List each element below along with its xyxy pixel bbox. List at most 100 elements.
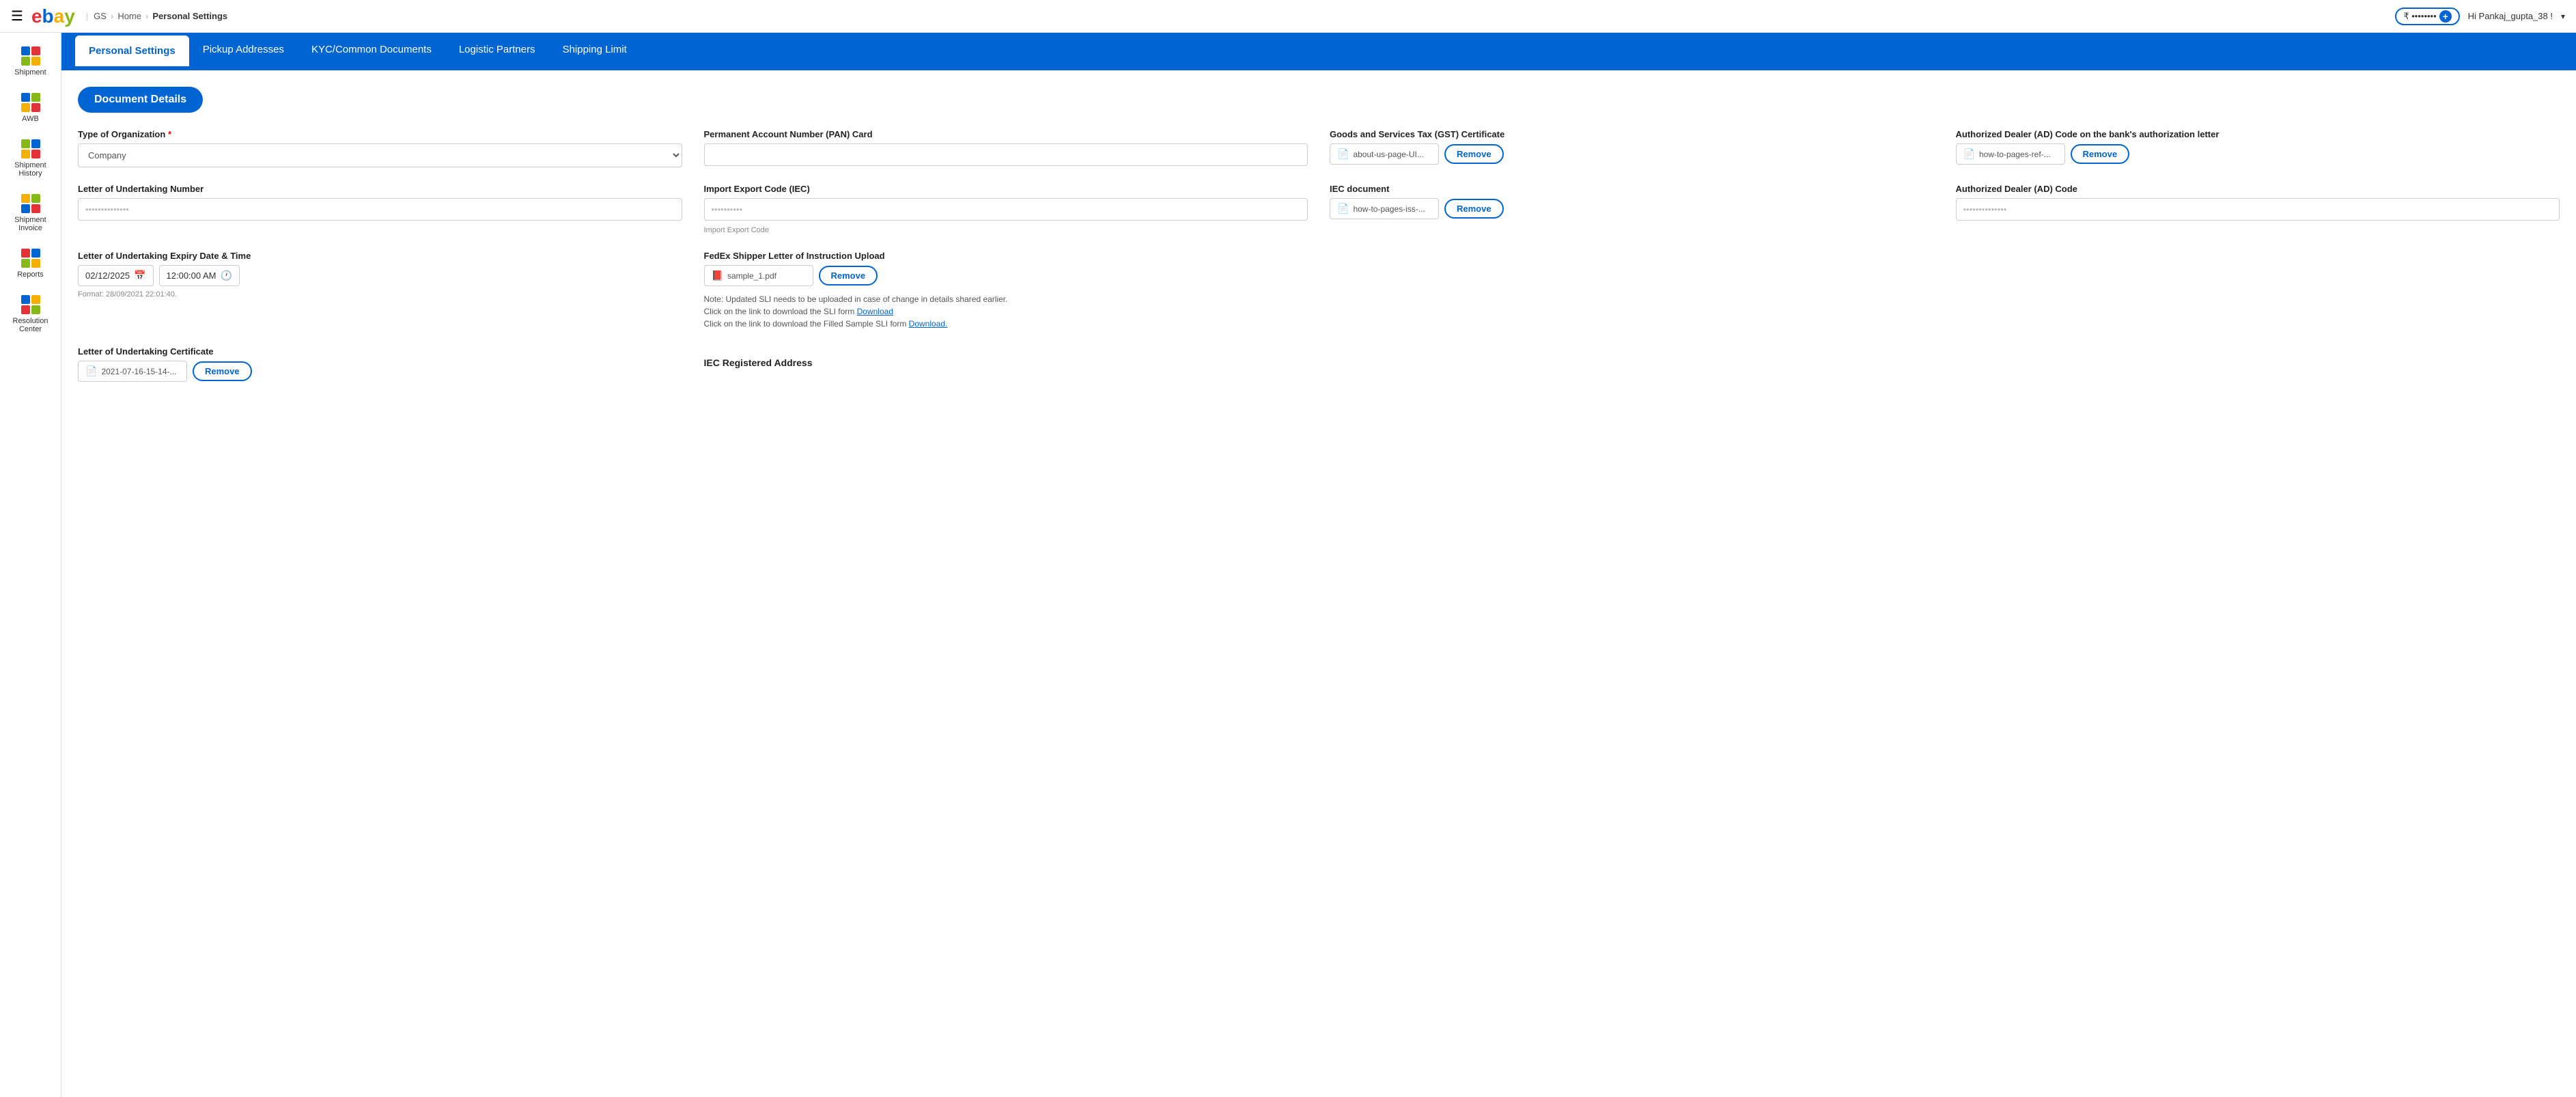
sidebar: Shipment AWB Shipment History Shipment I… (0, 33, 61, 1097)
breadcrumb-current: Personal Settings (152, 11, 227, 21)
balance-pill[interactable]: ₹ •••••••• + (2395, 8, 2459, 25)
awb-icon (21, 93, 40, 112)
sidebar-item-shipment[interactable]: Shipment (0, 41, 61, 82)
reports-icon (21, 249, 40, 268)
top-header: ☰ ebay | GS › Home › Personal Settings ₹… (0, 0, 2576, 33)
section-title: Document Details (78, 87, 203, 113)
label-lou-number: Letter of Undertaking Number (78, 184, 682, 194)
main-content: Personal Settings Pickup Addresses KYC/C… (61, 33, 2576, 1097)
clock-icon[interactable]: 🕐 (221, 270, 232, 281)
lou-time-box[interactable]: 12:00:00 AM 🕐 (159, 265, 240, 286)
lou-date-row: 02/12/2025 📅 12:00:00 AM 🕐 (78, 265, 682, 286)
header-right: ₹ •••••••• + Hi Pankaj_gupta_38 ! ▾ (2395, 8, 2565, 25)
grid-empty-1 (1330, 251, 1934, 330)
field-pan: Permanent Account Number (PAN) Card (704, 129, 1308, 167)
breadcrumb-home[interactable]: Home (117, 11, 141, 21)
input-pan[interactable] (704, 143, 1308, 166)
sidebar-label-shipment-history: Shipment History (3, 161, 58, 178)
logo-divider: | (86, 11, 88, 21)
required-star: * (168, 129, 171, 139)
iec-hint: Import Export Code (704, 226, 1308, 234)
shipment-icon (21, 46, 40, 66)
user-greeting: Hi Pankaj_gupta_38 ! (2468, 11, 2553, 21)
lou-time-value: 12:00:00 AM (167, 270, 216, 281)
sidebar-item-shipment-invoice[interactable]: Shipment Invoice (0, 189, 61, 238)
fedex-remove-button[interactable]: Remove (819, 266, 878, 286)
field-ad-code: Authorized Dealer (AD) Code (1956, 184, 2560, 234)
sidebar-label-reports: Reports (17, 270, 44, 279)
field-iec-address: IEC Registered Address (704, 346, 1308, 382)
label-type-of-org: Type of Organization * (78, 129, 682, 139)
label-lou-expiry: Letter of Undertaking Expiry Date & Time (78, 251, 682, 261)
form-grid-row1: Type of Organization * Company Permanent… (78, 129, 2560, 382)
sidebar-label-shipment-invoice: Shipment Invoice (3, 216, 58, 232)
shipment-invoice-icon (21, 194, 40, 213)
menu-icon[interactable]: ☰ (11, 8, 23, 25)
label-ad-code: Authorized Dealer (AD) Code (1956, 184, 2560, 194)
iec-doc-file-icon: 📄 (1337, 203, 1349, 214)
app-body: Shipment AWB Shipment History Shipment I… (0, 33, 2576, 1097)
field-type-of-org: Type of Organization * Company (78, 129, 682, 167)
fedex-file-box: 📕 sample_1.pdf (704, 265, 813, 286)
field-iec: Import Export Code (IEC) Import Export C… (704, 184, 1308, 234)
label-gst: Goods and Services Tax (GST) Certificate (1330, 129, 1934, 139)
fedex-file-row: 📕 sample_1.pdf Remove (704, 265, 1308, 286)
breadcrumb: GS › Home › Personal Settings (94, 11, 227, 21)
input-ad-code[interactable] (1956, 198, 2560, 221)
iec-doc-remove-button[interactable]: Remove (1444, 199, 1504, 219)
label-iec: Import Export Code (IEC) (704, 184, 1308, 194)
input-lou-number[interactable] (78, 198, 682, 221)
gst-remove-button[interactable]: Remove (1444, 144, 1504, 164)
ad-code-letter-file-icon: 📄 (1963, 148, 1975, 160)
grid-empty-2 (1956, 251, 2560, 330)
label-ad-code-letter: Authorized Dealer (AD) Code on the bank'… (1956, 129, 2560, 139)
field-ad-code-letter: Authorized Dealer (AD) Code on the bank'… (1956, 129, 2560, 167)
user-dropdown-icon[interactable]: ▾ (2561, 12, 2565, 21)
label-iec-address: IEC Registered Address (704, 357, 1308, 368)
input-iec[interactable] (704, 198, 1308, 221)
gst-file-box: 📄 about-us-page-UI... (1330, 143, 1439, 165)
lou-cert-file-row: 📄 2021-07-16-15-14-... Remove (78, 361, 682, 382)
iec-doc-file-row: 📄 how-to-pages-iss-... Remove (1330, 198, 1934, 219)
sidebar-label-shipment: Shipment (14, 68, 46, 77)
sli-download-link-2[interactable]: Download. (909, 319, 948, 329)
page-body: Document Details Type of Organization * … (61, 68, 2576, 1097)
gst-file-name: about-us-page-UI... (1353, 150, 1423, 159)
label-iec-doc: IEC document (1330, 184, 1934, 194)
add-balance-button[interactable]: + (2439, 10, 2452, 23)
sli-download-link-1[interactable]: Download (857, 307, 893, 316)
sidebar-label-awb: AWB (22, 115, 39, 123)
fedex-pdf-icon: 📕 (712, 270, 723, 281)
tab-kyc-documents[interactable]: KYC/Common Documents (298, 34, 445, 67)
lou-date-value: 02/12/2025 (85, 270, 130, 281)
sidebar-item-reports[interactable]: Reports (0, 243, 61, 284)
lou-date-box[interactable]: 02/12/2025 📅 (78, 265, 154, 286)
field-iec-doc: IEC document 📄 how-to-pages-iss-... Remo… (1330, 184, 1934, 234)
label-lou-cert: Letter of Undertaking Certificate (78, 346, 682, 357)
calendar-icon[interactable]: 📅 (134, 270, 145, 281)
lou-cert-remove-button[interactable]: Remove (193, 361, 252, 381)
ad-code-letter-file-row: 📄 how-to-pages-ref-... Remove (1956, 143, 2560, 165)
select-type-of-org[interactable]: Company (78, 143, 682, 167)
gst-file-row: 📄 about-us-page-UI... Remove (1330, 143, 1934, 165)
label-pan: Permanent Account Number (PAN) Card (704, 129, 1308, 139)
balance-amount: ₹ •••••••• (2403, 11, 2436, 22)
sidebar-item-resolution-center[interactable]: Resolution Center (0, 290, 61, 339)
sidebar-item-awb[interactable]: AWB (0, 87, 61, 128)
nav-tabs: Personal Settings Pickup Addresses KYC/C… (61, 33, 2576, 68)
grid-empty-4 (1956, 346, 2560, 382)
lou-cert-file-icon: 📄 (85, 365, 97, 377)
ad-code-letter-remove-button[interactable]: Remove (2071, 144, 2130, 164)
iec-doc-file-name: how-to-pages-iss-... (1353, 204, 1425, 214)
ad-code-letter-file-name: how-to-pages-ref-... (1979, 150, 2051, 159)
sidebar-item-shipment-history[interactable]: Shipment History (0, 134, 61, 183)
lou-cert-file-name: 2021-07-16-15-14-... (101, 367, 176, 376)
tab-pickup-addresses[interactable]: Pickup Addresses (189, 34, 298, 67)
gst-file-icon: 📄 (1337, 148, 1349, 160)
tab-logistic-partners[interactable]: Logistic Partners (445, 34, 549, 67)
tab-shipping-limit[interactable]: Shipping Limit (549, 34, 641, 67)
iec-doc-file-box: 📄 how-to-pages-iss-... (1330, 198, 1439, 219)
grid-empty-3 (1330, 346, 1934, 382)
lou-format-hint: Format: 28/09/2021 22:01:40. (78, 290, 682, 298)
tab-personal-settings[interactable]: Personal Settings (75, 36, 189, 66)
